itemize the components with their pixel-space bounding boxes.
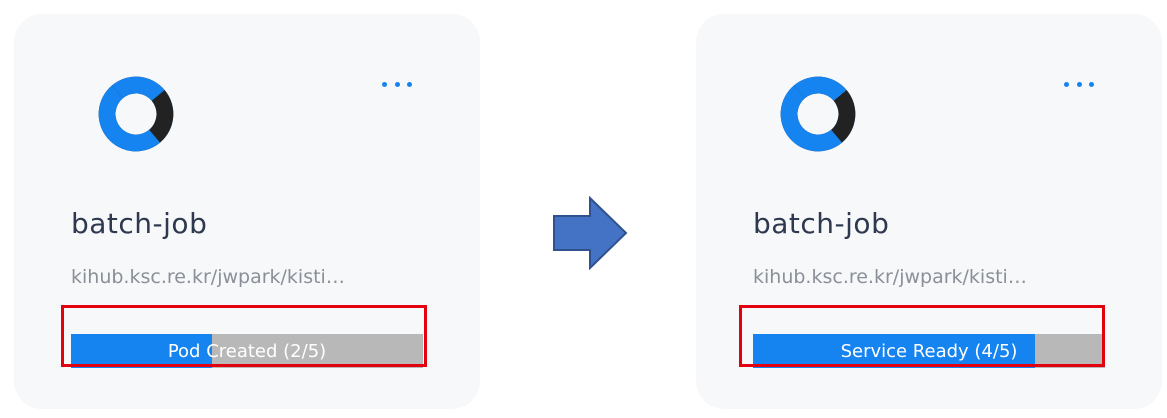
more-horizontal-icon[interactable] xyxy=(382,74,412,94)
menu-dot xyxy=(394,81,400,87)
highlight-box xyxy=(61,305,427,367)
right-arrow-icon xyxy=(553,196,628,270)
comparison-stage: batch-job kihub.ksc.re.kr/jwpark/kisti… … xyxy=(0,0,1167,418)
menu-dot xyxy=(407,81,412,87)
menu-dot xyxy=(1076,81,1082,87)
card-title: batch-job xyxy=(71,207,208,240)
menu-dot xyxy=(1064,81,1069,87)
highlight-box xyxy=(739,305,1105,367)
circular-swirl-logo-icon xyxy=(98,76,174,152)
menu-dot xyxy=(1089,81,1094,87)
card-title: batch-job xyxy=(753,207,890,240)
menu-dot xyxy=(382,81,387,87)
image-path: kihub.ksc.re.kr/jwpark/kisti… xyxy=(71,266,345,288)
circular-swirl-logo-icon xyxy=(780,76,856,152)
image-path: kihub.ksc.re.kr/jwpark/kisti… xyxy=(753,266,1027,288)
more-horizontal-icon[interactable] xyxy=(1064,74,1094,94)
